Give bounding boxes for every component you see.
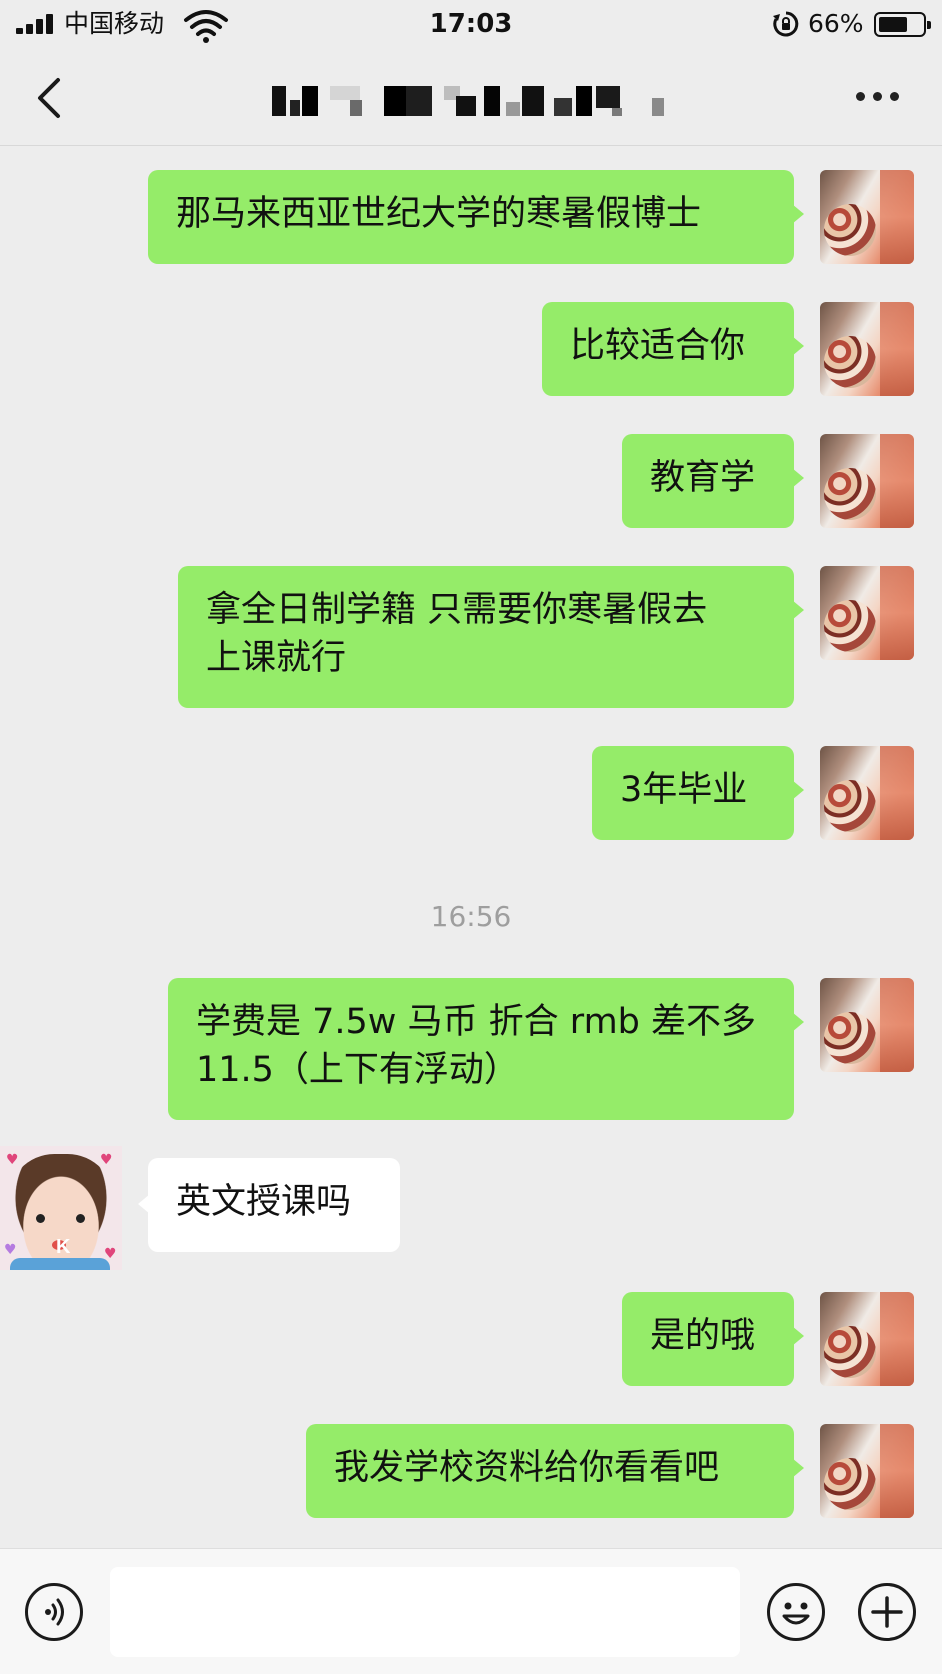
self-avatar[interactable] <box>820 434 914 528</box>
message-bubble-outgoing[interactable]: 那马来西亚世纪大学的寒暑假博士 <box>148 170 804 264</box>
self-avatar[interactable] <box>820 170 914 264</box>
message-input[interactable] <box>110 1567 740 1657</box>
battery-percent: 66% <box>808 9 864 38</box>
message-bubble-outgoing[interactable]: 学费是 7.5w 马币 折合 rmb 差不多 11.5（上下有浮动） <box>168 978 804 1120</box>
message-bubble-outgoing[interactable]: 是的哦 <box>622 1292 804 1386</box>
self-avatar[interactable] <box>820 566 914 660</box>
message-bubble-incoming[interactable]: 英文授课吗 <box>138 1158 400 1252</box>
message-bubble-outgoing[interactable]: 教育学 <box>622 434 804 528</box>
status-time: 17:03 <box>429 9 513 39</box>
chat-title-obscured <box>272 86 672 116</box>
contact-avatar[interactable]: K ♥ ♥ ♥ ♥ <box>0 1146 122 1270</box>
self-avatar[interactable] <box>820 978 914 1072</box>
self-avatar[interactable] <box>820 1424 914 1518</box>
battery-fill <box>879 17 907 32</box>
time-divider: 16:56 <box>430 900 512 933</box>
self-avatar[interactable] <box>820 746 914 840</box>
chevron-left-icon[interactable] <box>30 72 70 124</box>
input-toolbar <box>0 1548 942 1674</box>
plus-icon[interactable] <box>858 1583 916 1641</box>
battery-icon <box>874 12 931 37</box>
orientation-lock-icon <box>773 11 799 37</box>
message-bubble-outgoing[interactable]: 我发学校资料给你看看吧 <box>306 1424 804 1518</box>
message-bubble-outgoing[interactable]: 3年毕业 <box>592 746 804 840</box>
self-avatar[interactable] <box>820 1292 914 1386</box>
message-bubble-outgoing[interactable]: 拿全日制学籍 只需要你寒暑假去 上课就行 <box>178 566 804 708</box>
self-avatar[interactable] <box>820 302 914 396</box>
voice-icon[interactable] <box>25 1583 83 1641</box>
chat-header <box>0 50 942 146</box>
status-bar: 中国移动 17:03 66% <box>0 0 942 50</box>
message-bubble-outgoing[interactable]: 比较适合你 <box>542 302 804 396</box>
more-dots-icon[interactable] <box>856 92 900 104</box>
emoji-icon[interactable] <box>767 1583 825 1641</box>
